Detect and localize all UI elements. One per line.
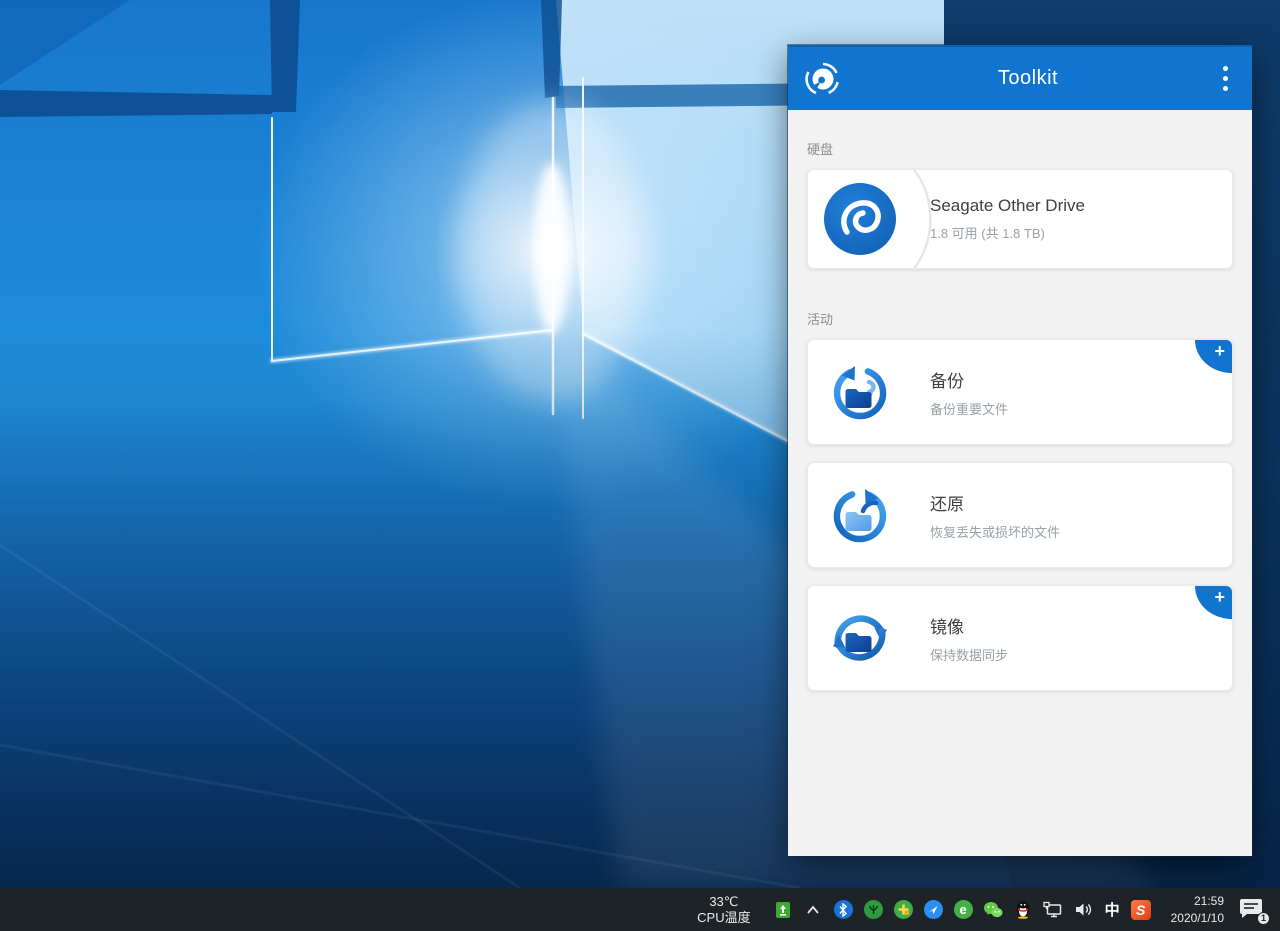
kebab-menu-icon[interactable] <box>1214 62 1236 96</box>
toolkit-disc-logo <box>804 60 842 98</box>
add-plan-badge[interactable]: + <box>1195 586 1232 619</box>
volume-icon[interactable] <box>1073 899 1094 920</box>
activity-card-restore[interactable]: 还原 恢复丢失或损坏的文件 <box>807 462 1233 568</box>
section-label-activities: 活动 <box>807 309 1233 328</box>
clock-date: 2020/1/10 <box>1171 910 1224 926</box>
activity-subtitle: 保持数据同步 <box>930 645 1008 664</box>
taskbar: 33℃ CPU温度 <box>0 888 1280 931</box>
cpu-temp-widget[interactable]: 33℃ CPU温度 <box>697 894 750 925</box>
backup-icon <box>808 361 912 423</box>
drive-card[interactable]: Seagate Other Drive 1.8 可用 (共 1.8 TB) <box>807 169 1233 269</box>
activity-card-mirror[interactable]: 镜像 保持数据同步 + <box>807 585 1233 691</box>
activity-title: 镜像 <box>930 613 1008 638</box>
desktop: Toolkit 硬盘 <box>0 0 1280 931</box>
green-app-icon[interactable] <box>863 899 884 920</box>
add-plan-badge[interactable]: + <box>1195 340 1232 373</box>
blue-app-icon[interactable] <box>923 899 944 920</box>
sogou-icon[interactable]: S <box>1131 900 1151 920</box>
wechat-icon[interactable] <box>983 899 1004 920</box>
qq-icon[interactable] <box>1013 899 1034 920</box>
action-center-icon[interactable]: 1 <box>1238 897 1268 923</box>
activity-card-backup[interactable]: 备份 备份重要文件 + <box>807 339 1233 445</box>
seagate-logo-icon <box>808 182 912 256</box>
plus-icon: + <box>1214 588 1225 606</box>
activity-title: 还原 <box>930 490 1060 515</box>
toolkit-window: Toolkit 硬盘 <box>788 45 1252 856</box>
card-separator-arc <box>912 170 938 268</box>
taskbar-clock[interactable]: 21:59 2020/1/10 <box>1171 893 1224 925</box>
activity-title: 备份 <box>930 367 1008 392</box>
section-label-drives: 硬盘 <box>807 139 1233 158</box>
activity-subtitle: 备份重要文件 <box>930 399 1008 418</box>
notification-badge: 1 <box>1257 912 1270 925</box>
bluetooth-icon[interactable] <box>833 899 854 920</box>
restore-icon <box>808 484 912 546</box>
ime-indicator[interactable]: 中 <box>1105 899 1120 920</box>
drive-capacity: 1.8 可用 (共 1.8 TB) <box>930 223 1085 242</box>
toolkit-header: Toolkit <box>788 45 1252 110</box>
clock-time: 21:59 <box>1171 893 1224 909</box>
usb-eject-icon[interactable] <box>773 899 794 920</box>
tray-expand-chevron[interactable] <box>803 899 824 920</box>
toolkit-body: 硬盘 Seagate Other Drive <box>788 110 1252 708</box>
plus-icon: + <box>1214 342 1225 360</box>
network-icon[interactable] <box>1043 899 1064 920</box>
map-app-icon[interactable] <box>893 899 914 920</box>
cpu-temp-value: 33℃ <box>697 894 750 910</box>
mirror-icon <box>808 607 912 669</box>
system-tray: e <box>773 899 1151 920</box>
browser-e-icon[interactable]: e <box>953 899 974 920</box>
activity-subtitle: 恢复丢失或损坏的文件 <box>930 522 1060 541</box>
cpu-temp-label: CPU温度 <box>697 910 750 926</box>
window-title: Toolkit <box>842 67 1214 90</box>
drive-name: Seagate Other Drive <box>930 196 1085 216</box>
